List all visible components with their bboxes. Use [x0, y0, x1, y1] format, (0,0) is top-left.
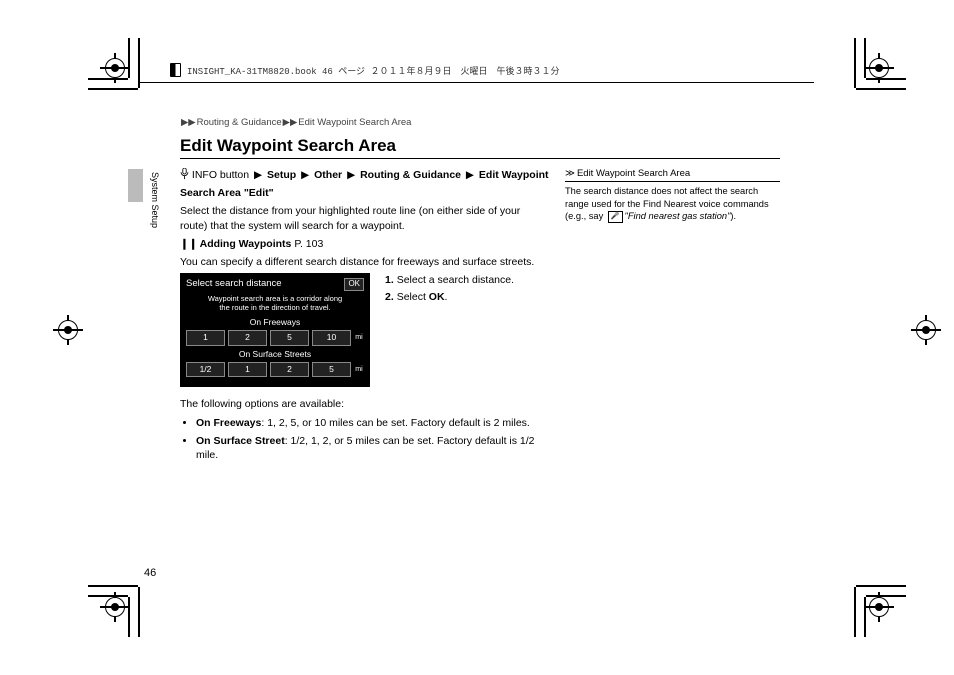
device-subtitle: the route in the direction of travel.	[186, 303, 364, 312]
distance-option: 1	[186, 330, 225, 345]
surface-options: 1/2 1 2 5 mi	[186, 362, 364, 377]
path-step: Other	[314, 169, 342, 181]
sidebar-title: ≫Edit Waypoint Search Area	[565, 168, 780, 182]
main-column: INFO button ▶ Setup ▶ Other ▶ Routing & …	[180, 168, 550, 466]
step-number: 2.	[385, 291, 394, 303]
device-group-label: On Surface Streets	[186, 349, 364, 360]
chevron-right-icon: ▶	[466, 169, 474, 181]
freeway-options: 1 2 5 10 mi	[186, 330, 364, 345]
distance-option: 1	[228, 362, 267, 377]
header-rule	[140, 82, 814, 83]
step-text: .	[445, 291, 448, 303]
options-list: On Freeways: 1, 2, 5, or 10 miles can be…	[180, 416, 550, 463]
breadcrumb-sep-icon: ▶▶	[181, 117, 196, 128]
distance-option: 2	[228, 330, 267, 345]
chevron-right-icon: ▶	[347, 169, 355, 181]
breadcrumb-item: Routing & Guidance	[197, 117, 282, 128]
header-file-info: INSIGHT_KA-31TM8820.book 46 ページ ２０１１年８月９…	[170, 63, 559, 77]
cross-reference: ❙❙Adding Waypoints P. 103	[180, 237, 550, 251]
intro-paragraph: Select the distance from your highlighte…	[180, 204, 550, 232]
sidebar-quote: "Find nearest gas station"	[625, 211, 731, 221]
device-title: Select search distance	[186, 278, 282, 291]
step-text: Select	[397, 291, 429, 303]
step-text: Select a search distance.	[397, 274, 514, 286]
step-1: 1. Select a search distance.	[385, 273, 514, 287]
unit-label: mi	[354, 365, 364, 374]
options-intro: The following options are available:	[180, 397, 550, 411]
chevron-right-icon: ▶	[301, 169, 309, 181]
registration-mark-icon	[53, 315, 83, 345]
step-strong: OK	[429, 291, 445, 303]
sidebar-text: ).	[730, 211, 736, 221]
option-label: On Freeways	[196, 417, 261, 429]
path-step: Edit Waypoint	[479, 169, 549, 181]
voice-icon	[180, 168, 189, 180]
list-item: On Freeways: 1, 2, 5, or 10 miles can be…	[196, 416, 550, 430]
header-file-text: INSIGHT_KA-31TM8820.book 46 ページ ２０１１年８月９…	[187, 64, 559, 77]
double-chevron-icon: ≫	[565, 168, 575, 179]
page-title: Edit Waypoint Search Area	[180, 136, 780, 159]
sidebar-title-text: Edit Waypoint Search Area	[577, 168, 690, 179]
distance-option: 5	[270, 330, 309, 345]
list-item: On Surface Street: 1/2, 1, 2, or 5 miles…	[196, 434, 550, 462]
step-number: 1.	[385, 274, 394, 286]
breadcrumb-item: Edit Waypoint Search Area	[298, 117, 411, 128]
path-pre: INFO button	[192, 169, 249, 181]
distance-option: 2	[270, 362, 309, 377]
option-text: : 1, 2, 5, or 10 miles can be set. Facto…	[261, 417, 529, 429]
breadcrumb-sep-icon: ▶▶	[283, 117, 298, 128]
page-number: 46	[144, 567, 156, 579]
device-ok-button: OK	[344, 278, 364, 291]
step-2: 2. Select OK.	[385, 290, 514, 304]
device-screenshot: Select search distance OK Waypoint searc…	[180, 273, 370, 387]
distance-option: 1/2	[186, 362, 225, 377]
path-step: Routing & Guidance	[360, 169, 461, 181]
sidebar-note: ≫Edit Waypoint Search Area The search di…	[565, 168, 780, 223]
link-icon: ❙❙	[180, 238, 198, 250]
section-label: System Setup	[150, 172, 160, 228]
distance-option: 10	[312, 330, 351, 345]
distance-option: 5	[312, 362, 351, 377]
device-subtitle: Waypoint search area is a corridor along	[186, 294, 364, 303]
spec-line: You can specify a different search dista…	[180, 255, 550, 269]
xref-label: Adding Waypoints	[200, 238, 292, 250]
unit-label: mi	[354, 333, 364, 342]
sidebar-body: The search distance does not affect the …	[565, 185, 780, 223]
side-tab	[128, 169, 143, 202]
device-group-label: On Freeways	[186, 317, 364, 328]
chevron-right-icon: ▶	[254, 169, 262, 181]
registration-mark-icon	[911, 315, 941, 345]
instruction-steps: 1. Select a search distance. 2. Select O…	[385, 273, 514, 387]
navigation-path-line2: Search Area "Edit"	[180, 186, 550, 200]
book-icon	[170, 63, 181, 77]
path-step: Search Area "Edit"	[180, 187, 274, 199]
breadcrumb: ▶▶Routing & Guidance▶▶Edit Waypoint Sear…	[180, 117, 411, 128]
navigation-path: INFO button ▶ Setup ▶ Other ▶ Routing & …	[180, 168, 550, 182]
xref-page: P. 103	[294, 238, 323, 250]
path-step: Setup	[267, 169, 296, 181]
option-label: On Surface Street	[196, 435, 285, 447]
voice-command-icon: 🎤	[608, 211, 623, 222]
